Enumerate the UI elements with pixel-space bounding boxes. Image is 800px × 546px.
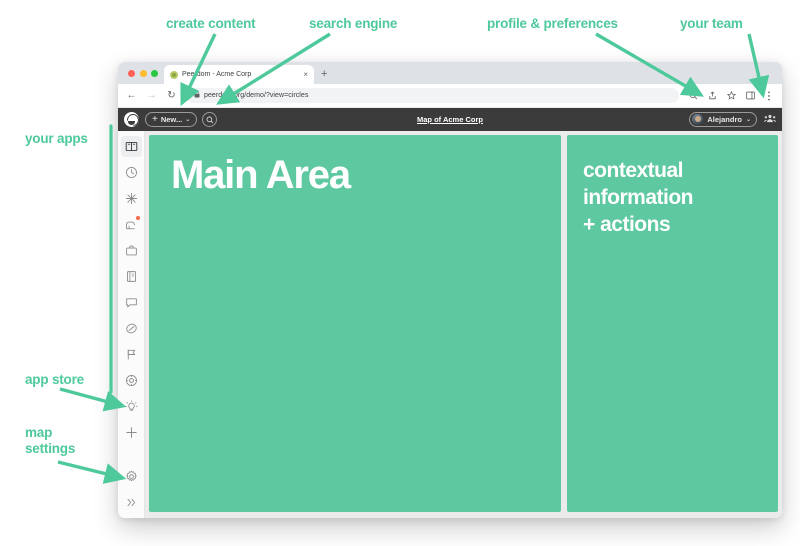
browser-tab-title: Peerdom - Acme Corp <box>182 71 252 78</box>
app-header-right: Alejandro ⌄ <box>689 112 776 127</box>
overflow-menu-icon[interactable] <box>764 91 774 101</box>
share-icon[interactable] <box>707 91 717 101</box>
browser-url-bar: ← → ↻ peerdom.org/demo/?view=circles <box>118 84 782 108</box>
search-icon <box>206 116 214 123</box>
annotation-search-engine: search engine <box>309 16 398 31</box>
forward-button[interactable]: → <box>146 90 157 101</box>
annotation-your-team: your team <box>680 16 743 31</box>
new-button-label: New... <box>160 115 183 124</box>
new-tab-button[interactable]: + <box>314 65 334 84</box>
sidebar-panel-icon[interactable] <box>745 91 755 101</box>
page-title: Map of Acme Corp <box>417 115 483 124</box>
sidebar-item-map[interactable] <box>120 136 142 157</box>
app-sidebar <box>118 131 145 518</box>
sidebar-item-focus[interactable] <box>121 370 142 391</box>
chevron-down-icon: ⌄ <box>745 117 751 123</box>
sidebar-item-messages[interactable] <box>121 292 142 313</box>
bookmark-star-icon[interactable] <box>726 91 736 101</box>
annotation-create-content: create content <box>166 16 256 31</box>
contextual-panel[interactable]: contextual information + actions <box>567 135 778 512</box>
sidebar-item-tags[interactable] <box>121 318 142 339</box>
sidebar-item-highlights[interactable] <box>121 188 142 209</box>
new-content-button[interactable]: + New... ⌄ <box>145 112 198 127</box>
browser-window: Peerdom - Acme Corp × + ← → ↻ peerdom.or… <box>118 62 782 518</box>
sidebar-item-settings[interactable] <box>121 466 142 487</box>
main-area-panel[interactable]: Main Area <box>149 135 561 512</box>
app-header-bar: + New... ⌄ Map of Acme Corp Alejandro ⌄ <box>118 108 782 131</box>
sidebar-expand-button[interactable] <box>121 492 142 513</box>
window-traffic-lights[interactable] <box>126 62 164 84</box>
user-name-label: Alejandro <box>707 115 742 124</box>
annotation-app-store: app store <box>25 372 84 387</box>
profile-preferences-button[interactable]: Alejandro ⌄ <box>689 112 757 127</box>
sidebar-item-projects[interactable] <box>121 240 142 261</box>
minimize-window-button[interactable] <box>139 69 147 77</box>
sidebar-item-ideas[interactable] <box>121 396 142 417</box>
sidebar-item-inbox[interactable] <box>121 214 142 235</box>
maximize-window-button[interactable] <box>151 69 158 77</box>
close-icon[interactable]: × <box>303 70 308 79</box>
sidebar-item-flags[interactable] <box>121 344 142 365</box>
map-canvas: Main Area contextual information + actio… <box>145 131 782 518</box>
sidebar-item-app-store[interactable] <box>121 422 142 443</box>
address-bar-url: peerdom.org/demo/?view=circles <box>204 92 309 99</box>
search-icon[interactable] <box>688 91 698 101</box>
search-button[interactable] <box>202 112 218 127</box>
app-body: Main Area contextual information + actio… <box>118 131 782 518</box>
sidebar-item-history[interactable] <box>121 162 142 183</box>
contextual-panel-label: contextual information + actions <box>583 159 694 236</box>
main-area-label: Main Area <box>171 153 351 197</box>
browser-toolbar-icons <box>688 91 774 101</box>
sidebar-item-handbook[interactable] <box>121 266 142 287</box>
plus-icon: + <box>152 113 158 125</box>
team-people-icon[interactable] <box>764 114 776 126</box>
favicon-icon <box>170 70 178 79</box>
notification-badge <box>134 215 141 221</box>
address-bar-input[interactable]: peerdom.org/demo/?view=circles <box>186 88 679 103</box>
browser-tab[interactable]: Peerdom - Acme Corp × <box>164 65 314 84</box>
annotation-your-apps: your apps <box>25 131 88 146</box>
chevron-down-icon: ⌄ <box>185 117 191 123</box>
peerdom-logo-icon[interactable] <box>124 112 139 127</box>
lock-icon <box>194 91 200 100</box>
back-button[interactable]: ← <box>126 90 137 101</box>
annotation-profile-preferences: profile & preferences <box>487 16 618 31</box>
annotation-map-settings: map settings <box>25 425 76 456</box>
reload-button[interactable]: ↻ <box>166 90 177 101</box>
avatar <box>692 114 704 125</box>
close-window-button[interactable] <box>128 69 135 77</box>
browser-tab-strip: Peerdom - Acme Corp × + <box>118 62 782 84</box>
